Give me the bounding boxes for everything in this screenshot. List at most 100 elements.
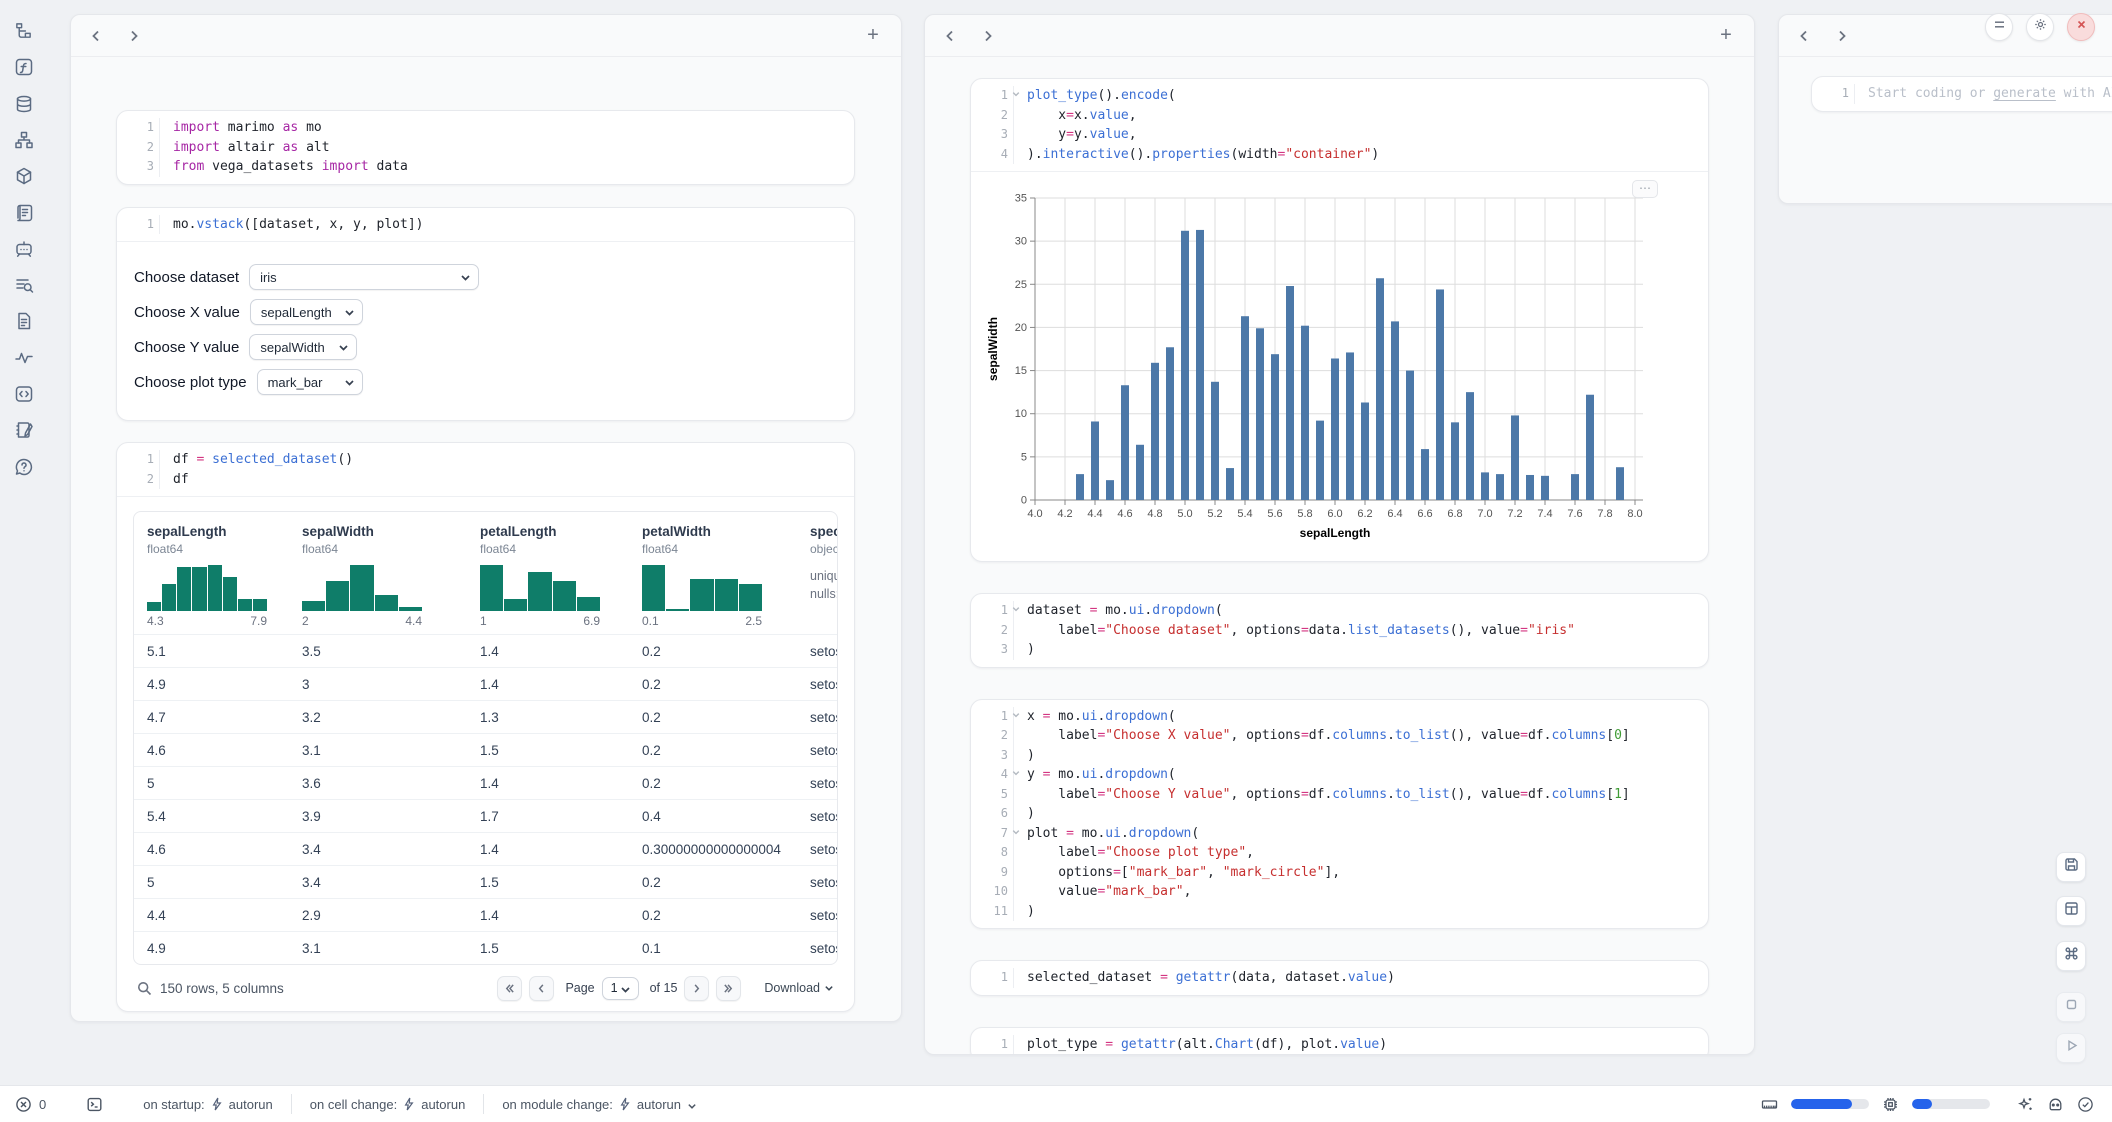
fold-chevron-icon[interactable] bbox=[1012, 90, 1020, 98]
column-histogram[interactable] bbox=[147, 565, 267, 611]
code-line[interactable]: 3) bbox=[971, 746, 1708, 766]
code-line[interactable]: 1x = mo.ui.dropdown( bbox=[971, 707, 1708, 727]
code-line[interactable]: 2 label="Choose dataset", options=data.l… bbox=[971, 621, 1708, 641]
help-icon[interactable] bbox=[14, 457, 34, 477]
code-snippet-icon[interactable] bbox=[14, 384, 34, 404]
expand-right-icon[interactable] bbox=[1835, 29, 1849, 43]
cell-dataframe[interactable]: 1df = selected_dataset()2df sepalLengthf… bbox=[116, 442, 855, 1012]
code-line[interactable]: 3) bbox=[971, 640, 1708, 660]
collapse-left-icon[interactable] bbox=[1797, 29, 1811, 43]
code-placeholder[interactable]: Start coding or generate with AI bbox=[1854, 84, 2112, 104]
cell-vstack[interactable]: 1mo.vstack([dataset, x, y, plot]) Choose… bbox=[116, 207, 855, 422]
fold-chevron-icon[interactable] bbox=[1012, 769, 1020, 777]
cell-chart[interactable]: 1plot_type().encode(2 x=x.value,3 y=y.va… bbox=[970, 78, 1709, 562]
prev-page-button[interactable] bbox=[529, 976, 554, 1001]
table-row[interactable]: 4.42.91.40.2setosa bbox=[134, 898, 837, 931]
column-histogram[interactable] bbox=[480, 565, 600, 611]
script-icon[interactable] bbox=[14, 203, 34, 223]
cell-empty[interactable]: 1 Start coding or generate with AI bbox=[1811, 76, 2112, 112]
dropdown-select[interactable]: sepalLength bbox=[250, 299, 363, 325]
bot-icon[interactable] bbox=[2047, 1096, 2064, 1113]
connected-check-icon[interactable] bbox=[2077, 1096, 2094, 1113]
table-row[interactable]: 4.73.21.30.2setosa bbox=[134, 700, 837, 733]
save-button[interactable] bbox=[2056, 852, 2086, 882]
column-header[interactable]: petalLengthfloat6416.9 bbox=[467, 522, 629, 628]
document-icon[interactable] bbox=[14, 311, 34, 331]
code-line[interactable]: 1mo.vstack([dataset, x, y, plot]) bbox=[117, 215, 854, 235]
code-cell[interactable]: 1dataset = mo.ui.dropdown(2 label="Choos… bbox=[970, 593, 1709, 668]
shutdown-button[interactable] bbox=[2067, 13, 2095, 41]
run-button[interactable] bbox=[2056, 1033, 2086, 1063]
code-line[interactable]: 1plot_type = getattr(alt.Chart(df), plot… bbox=[971, 1035, 1708, 1055]
code-line[interactable]: 1dataset = mo.ui.dropdown( bbox=[971, 601, 1708, 621]
last-page-button[interactable] bbox=[716, 976, 741, 1001]
notebook-icon[interactable] bbox=[14, 420, 34, 440]
table-row[interactable]: 4.63.41.40.30000000000000004setosa bbox=[134, 832, 837, 865]
search-icon[interactable] bbox=[137, 981, 152, 996]
table-row[interactable]: 53.61.40.2setosa bbox=[134, 766, 837, 799]
activity-icon[interactable] bbox=[14, 348, 34, 368]
code-line[interactable]: 4).interactive().properties(width="conta… bbox=[971, 145, 1708, 165]
table-row[interactable]: 53.41.50.2setosa bbox=[134, 865, 837, 898]
add-cell-button[interactable]: + bbox=[863, 26, 883, 46]
first-page-button[interactable] bbox=[497, 976, 522, 1001]
layout-button[interactable] bbox=[2056, 896, 2086, 926]
database-icon[interactable] bbox=[14, 94, 34, 114]
cell-imports[interactable]: 1import marimo as mo2import altair as al… bbox=[116, 110, 855, 185]
keyboard-shortcuts-button[interactable] bbox=[2056, 941, 2086, 971]
column-histogram[interactable] bbox=[302, 565, 422, 611]
package-icon[interactable] bbox=[14, 166, 34, 186]
column-header[interactable]: sepalLengthfloat644.37.9 bbox=[134, 522, 289, 628]
stop-button[interactable] bbox=[2056, 992, 2086, 1022]
function-icon[interactable] bbox=[14, 57, 34, 77]
code-line[interactable]: 2import altair as alt bbox=[117, 138, 854, 158]
code-line[interactable]: 1selected_dataset = getattr(data, datase… bbox=[971, 968, 1708, 988]
code-line[interactable]: 3 y=y.value, bbox=[971, 125, 1708, 145]
column-header[interactable]: sepalWidthfloat6424.4 bbox=[289, 522, 467, 628]
menu-button[interactable] bbox=[1985, 13, 2013, 41]
collapse-left-icon[interactable] bbox=[89, 29, 103, 43]
search-list-icon[interactable] bbox=[14, 275, 34, 295]
expand-right-icon[interactable] bbox=[127, 29, 141, 43]
table-row[interactable]: 4.63.11.50.2setosa bbox=[134, 733, 837, 766]
settings-button[interactable] bbox=[2026, 13, 2054, 41]
page-select[interactable]: 1 bbox=[602, 977, 639, 1000]
file-tree-icon[interactable] bbox=[14, 21, 34, 41]
generate-link[interactable]: generate bbox=[1993, 86, 2056, 101]
table-row[interactable]: 4.93.11.50.1setosa bbox=[134, 931, 837, 964]
collapse-left-icon[interactable] bbox=[943, 29, 957, 43]
autorun-config[interactable]: on cell change:autorun bbox=[292, 1097, 484, 1112]
chatbot-icon[interactable] bbox=[14, 239, 34, 259]
table-row[interactable]: 5.43.91.70.4setosa bbox=[134, 799, 837, 832]
ai-sparkle-icon[interactable] bbox=[2017, 1096, 2034, 1113]
code-line[interactable]: 1import marimo as mo bbox=[117, 118, 854, 138]
code-line[interactable]: 5 label="Choose Y value", options=df.col… bbox=[971, 785, 1708, 805]
code-line[interactable]: 10 value="mark_bar", bbox=[971, 882, 1708, 902]
org-chart-icon[interactable] bbox=[14, 130, 34, 150]
code-line[interactable]: 7plot = mo.ui.dropdown( bbox=[971, 824, 1708, 844]
add-cell-button[interactable]: + bbox=[1716, 26, 1736, 46]
bar-chart[interactable]: 051015202530354.04.24.44.64.85.05.25.45.… bbox=[971, 188, 1709, 548]
code-line[interactable]: 6) bbox=[971, 804, 1708, 824]
dropdown-select[interactable]: iris bbox=[249, 264, 479, 290]
code-line[interactable]: 2 x=x.value, bbox=[971, 106, 1708, 126]
code-cell[interactable]: 1x = mo.ui.dropdown(2 label="Choose X va… bbox=[970, 699, 1709, 930]
fold-chevron-icon[interactable] bbox=[1012, 828, 1020, 836]
fold-chevron-icon[interactable] bbox=[1012, 605, 1020, 613]
code-line[interactable]: 11) bbox=[971, 902, 1708, 922]
code-line[interactable]: 8 label="Choose plot type", bbox=[971, 843, 1708, 863]
code-cell[interactable]: 1selected_dataset = getattr(data, datase… bbox=[970, 960, 1709, 996]
autorun-config[interactable]: on startup:autorun bbox=[125, 1097, 291, 1112]
autorun-config[interactable]: on module change:autorun bbox=[484, 1097, 715, 1112]
code-line[interactable]: 9 options=["mark_bar", "mark_circle"], bbox=[971, 863, 1708, 883]
download-button[interactable]: Download bbox=[764, 981, 834, 995]
next-page-button[interactable] bbox=[684, 976, 709, 1001]
column-histogram[interactable] bbox=[642, 565, 762, 611]
table-row[interactable]: 4.931.40.2setosa bbox=[134, 667, 837, 700]
chart-menu-button[interactable]: ⋯ bbox=[1632, 180, 1658, 198]
code-cell[interactable]: 1plot_type = getattr(alt.Chart(df), plot… bbox=[970, 1027, 1709, 1056]
terminal-icon[interactable] bbox=[86, 1096, 103, 1113]
table-row[interactable]: 5.13.51.40.2setosa bbox=[134, 634, 837, 667]
dropdown-select[interactable]: sepalWidth bbox=[249, 334, 357, 360]
code-line[interactable]: 2df bbox=[117, 470, 854, 490]
